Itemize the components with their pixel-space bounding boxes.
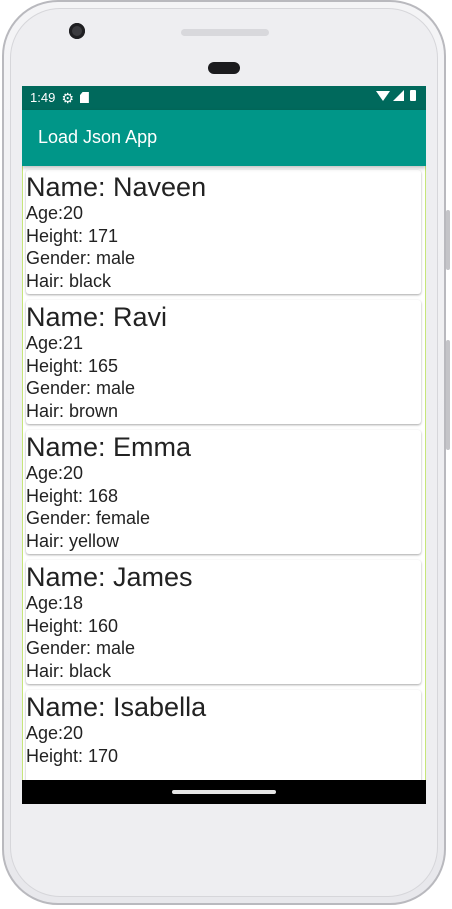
person-gender: Gender: male: [26, 248, 136, 268]
power-button: [446, 210, 450, 270]
person-age: Age:20: [26, 203, 84, 223]
person-gender: Gender: male: [26, 378, 136, 398]
home-gesture-handle[interactable]: [172, 790, 276, 794]
person-hair: Hair: black: [26, 270, 112, 291]
person-age: Age:20: [26, 723, 84, 743]
app-bar: Load Json App: [22, 110, 426, 166]
person-name: Name: James: [26, 562, 193, 592]
person-card[interactable]: Name: James Age:18 Height: 160 Gender: m…: [26, 560, 421, 684]
person-hair: Hair: yellow: [26, 530, 120, 551]
person-name: Name: Isabella: [26, 692, 207, 722]
front-camera: [69, 23, 85, 39]
navigation-bar: [22, 780, 426, 804]
status-bar: 1:49 ⚙: [22, 86, 426, 110]
proximity-sensor: [208, 62, 240, 74]
person-card[interactable]: Name: Ravi Age:21 Height: 165 Gender: ma…: [26, 300, 421, 424]
person-gender: Gender: male: [26, 638, 136, 658]
signal-icon: [393, 90, 404, 101]
person-name: Name: Ravi: [26, 302, 168, 332]
person-height: Height: 168: [26, 485, 119, 506]
person-card[interactable]: Name: Isabella Age:20 Height: 170: [26, 690, 421, 780]
person-height: Height: 170: [26, 745, 119, 766]
person-list[interactable]: Name: Naveen Age:20 Height: 171 Gender: …: [22, 166, 426, 780]
person-name: Name: Naveen: [26, 172, 207, 202]
person-card[interactable]: Name: Emma Age:20 Height: 168 Gender: fe…: [26, 430, 421, 554]
app-title: Load Json App: [38, 127, 158, 147]
volume-button: [446, 340, 450, 450]
person-hair: Hair: brown: [26, 400, 119, 421]
earpiece-speaker: [181, 29, 269, 36]
person-height: Height: 165: [26, 355, 119, 376]
wifi-icon: [376, 90, 390, 101]
person-gender: Gender: female: [26, 508, 151, 528]
person-hair: Hair: black: [26, 660, 112, 681]
person-age: Age:20: [26, 463, 84, 483]
person-height: Height: 160: [26, 615, 119, 636]
status-time: 1:49: [30, 90, 56, 105]
phone-screen: 1:49 ⚙ Load Json App Name: Naveen Age:20…: [22, 86, 426, 804]
person-age: Age:21: [26, 333, 84, 353]
gear-icon: ⚙: [61, 89, 74, 106]
person-height: Height: 171: [26, 225, 119, 246]
sd-card-icon: [79, 92, 89, 103]
person-card[interactable]: Name: Naveen Age:20 Height: 171 Gender: …: [26, 170, 421, 294]
battery-icon: [410, 90, 416, 101]
person-age: Age:18: [26, 593, 84, 613]
person-name: Name: Emma: [26, 432, 192, 462]
